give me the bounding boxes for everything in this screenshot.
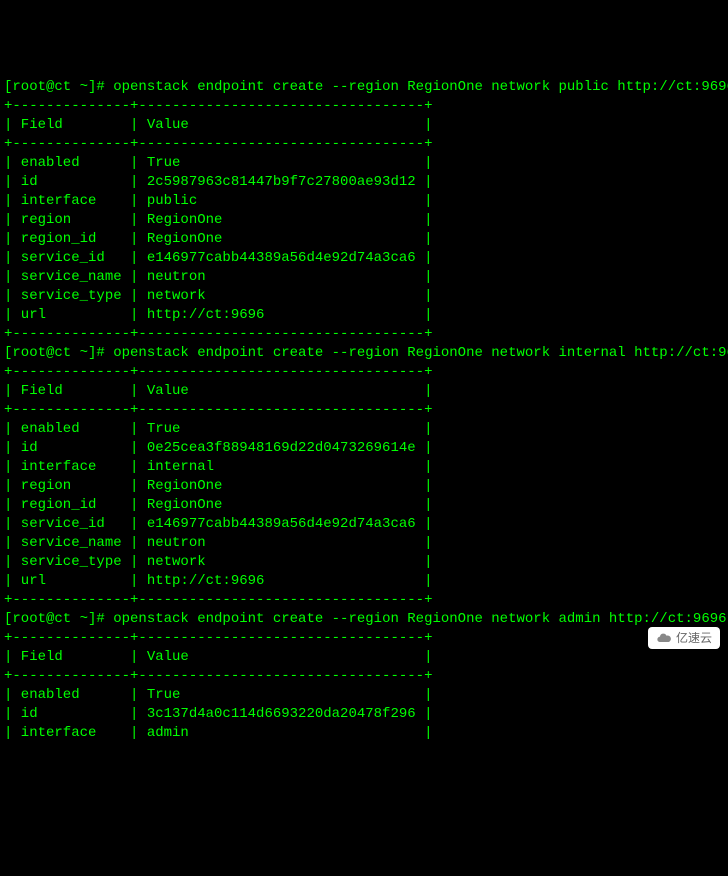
command-line-2: [root@ct ~]# openstack endpoint create -… — [4, 344, 724, 363]
cloud-icon — [656, 630, 672, 646]
table-row: | enabled | True | — [4, 154, 724, 173]
table-row: | id | 0e25cea3f88948169d22d0473269614e … — [4, 439, 724, 458]
table-border: +--------------+------------------------… — [4, 363, 724, 382]
table-row: | service_type | network | — [4, 553, 724, 572]
table-row: | interface | admin | — [4, 724, 724, 743]
table-row: | region | RegionOne | — [4, 477, 724, 496]
watermark-text: 亿速云 — [676, 629, 712, 647]
command-text: openstack endpoint create --region Regio… — [113, 345, 728, 361]
table-row: | interface | internal | — [4, 458, 724, 477]
table-border: +--------------+------------------------… — [4, 135, 724, 154]
table-row: | interface | public | — [4, 192, 724, 211]
command-text: openstack endpoint create --region Regio… — [113, 611, 726, 627]
table-border: +--------------+------------------------… — [4, 667, 724, 686]
table-row: | region_id | RegionOne | — [4, 230, 724, 249]
watermark-badge: 亿速云 — [648, 627, 720, 649]
table-row: | service_type | network | — [4, 287, 724, 306]
table-row: | region_id | RegionOne | — [4, 496, 724, 515]
table-row: | enabled | True | — [4, 686, 724, 705]
table-border: +--------------+------------------------… — [4, 97, 724, 116]
table-row: | service_name | neutron | — [4, 534, 724, 553]
table-header: | Field | Value | — [4, 116, 724, 135]
table-row: | region | RegionOne | — [4, 211, 724, 230]
prompt: [root@ct ~]# — [4, 79, 113, 95]
command-line-3: [root@ct ~]# openstack endpoint create -… — [4, 610, 724, 629]
table-row: | id | 3c137d4a0c114d6693220da20478f296 … — [4, 705, 724, 724]
table-header: | Field | Value | — [4, 382, 724, 401]
terminal-output: [root@ct ~]# openstack endpoint create -… — [4, 78, 724, 743]
table-header: | Field | Value | — [4, 648, 724, 667]
prompt: [root@ct ~]# — [4, 345, 113, 361]
table-border: +--------------+------------------------… — [4, 591, 724, 610]
table-row: | enabled | True | — [4, 420, 724, 439]
table-row: | url | http://ct:9696 | — [4, 572, 724, 591]
table-row: | service_id | e146977cabb44389a56d4e92d… — [4, 249, 724, 268]
table-row: | url | http://ct:9696 | — [4, 306, 724, 325]
command-line-1: [root@ct ~]# openstack endpoint create -… — [4, 78, 724, 97]
table-row: | service_id | e146977cabb44389a56d4e92d… — [4, 515, 724, 534]
table-border: +--------------+------------------------… — [4, 629, 724, 648]
command-text: openstack endpoint create --region Regio… — [113, 79, 728, 95]
prompt: [root@ct ~]# — [4, 611, 113, 627]
table-border: +--------------+------------------------… — [4, 325, 724, 344]
table-row: | service_name | neutron | — [4, 268, 724, 287]
table-row: | id | 2c5987963c81447b9f7c27800ae93d12 … — [4, 173, 724, 192]
table-border: +--------------+------------------------… — [4, 401, 724, 420]
